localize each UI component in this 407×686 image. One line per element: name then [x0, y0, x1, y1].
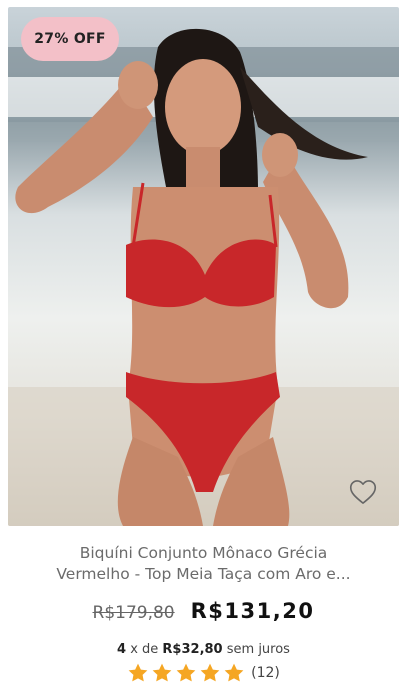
price-row: R$179,80 R$131,20: [0, 599, 407, 623]
installments-count: 4: [117, 642, 127, 657]
installments-x-de: x de: [130, 642, 159, 657]
star-icon: [176, 663, 196, 682]
review-count[interactable]: (12): [251, 665, 280, 681]
installments-info: 4 x de R$32,80 sem juros: [0, 642, 407, 657]
product-image[interactable]: [8, 7, 399, 526]
rating[interactable]: (12): [0, 662, 407, 684]
star-icon: [128, 663, 148, 682]
installments-suffix: sem juros: [226, 642, 290, 657]
product-photo-illustration: [8, 28, 399, 526]
old-price: R$179,80: [92, 603, 175, 623]
discount-badge: 27% OFF: [21, 17, 119, 61]
star-icon: [200, 663, 220, 682]
star-icon: [152, 663, 172, 682]
current-price: R$131,20: [190, 599, 315, 623]
favorite-button[interactable]: [346, 476, 380, 508]
installments-value: R$32,80: [162, 642, 223, 657]
star-icon: [224, 663, 244, 682]
product-card[interactable]: 27% OFF Biquíni Conjunto Mônaco Grécia V…: [0, 0, 407, 686]
product-title[interactable]: Biquíni Conjunto Mônaco Grécia Vermelho …: [30, 543, 377, 585]
heart-outline-icon[interactable]: [349, 479, 377, 505]
